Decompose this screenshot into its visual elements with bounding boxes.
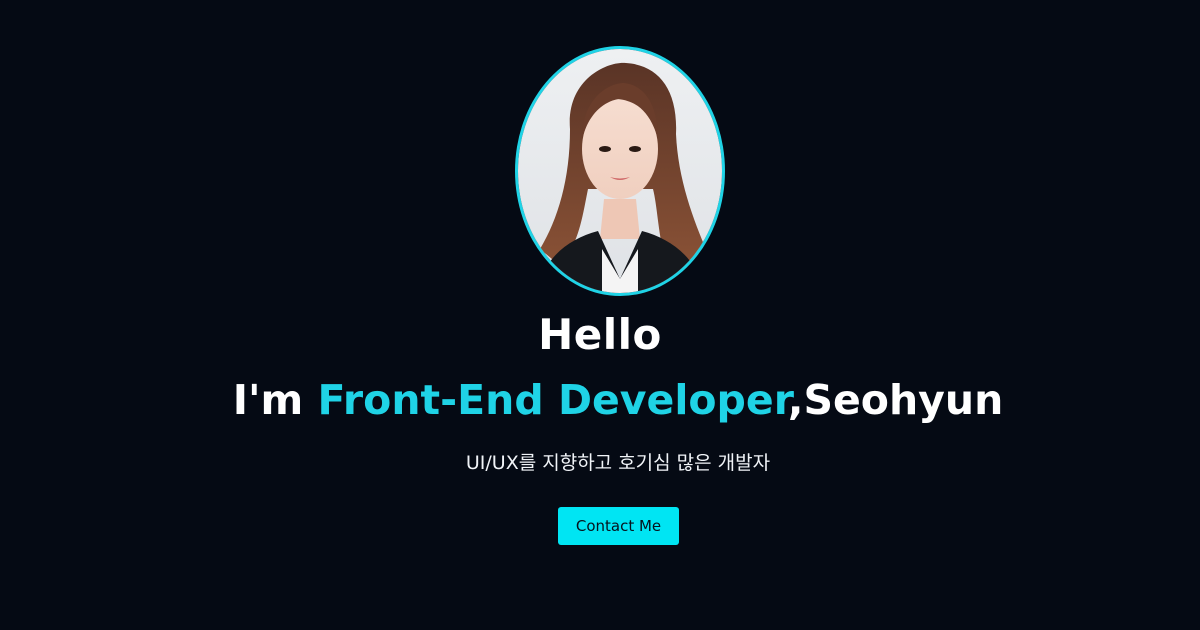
greeting-heading: Hello xyxy=(538,310,662,359)
intro-name: ,Seohyun xyxy=(787,376,1004,424)
contact-me-button[interactable]: Contact Me xyxy=(558,507,679,545)
profile-photo xyxy=(515,46,725,296)
intro-role: Front-End Developer xyxy=(317,376,788,424)
hero-section: Hello I'm Front-End Developer,Seohyun UI… xyxy=(0,0,1200,630)
intro-heading: I'm Front-End Developer,Seohyun xyxy=(0,370,1200,430)
tagline-text: UI/UX를 지향하고 호기심 많은 개발자 xyxy=(465,452,771,474)
intro-prefix: I'm xyxy=(232,376,318,424)
